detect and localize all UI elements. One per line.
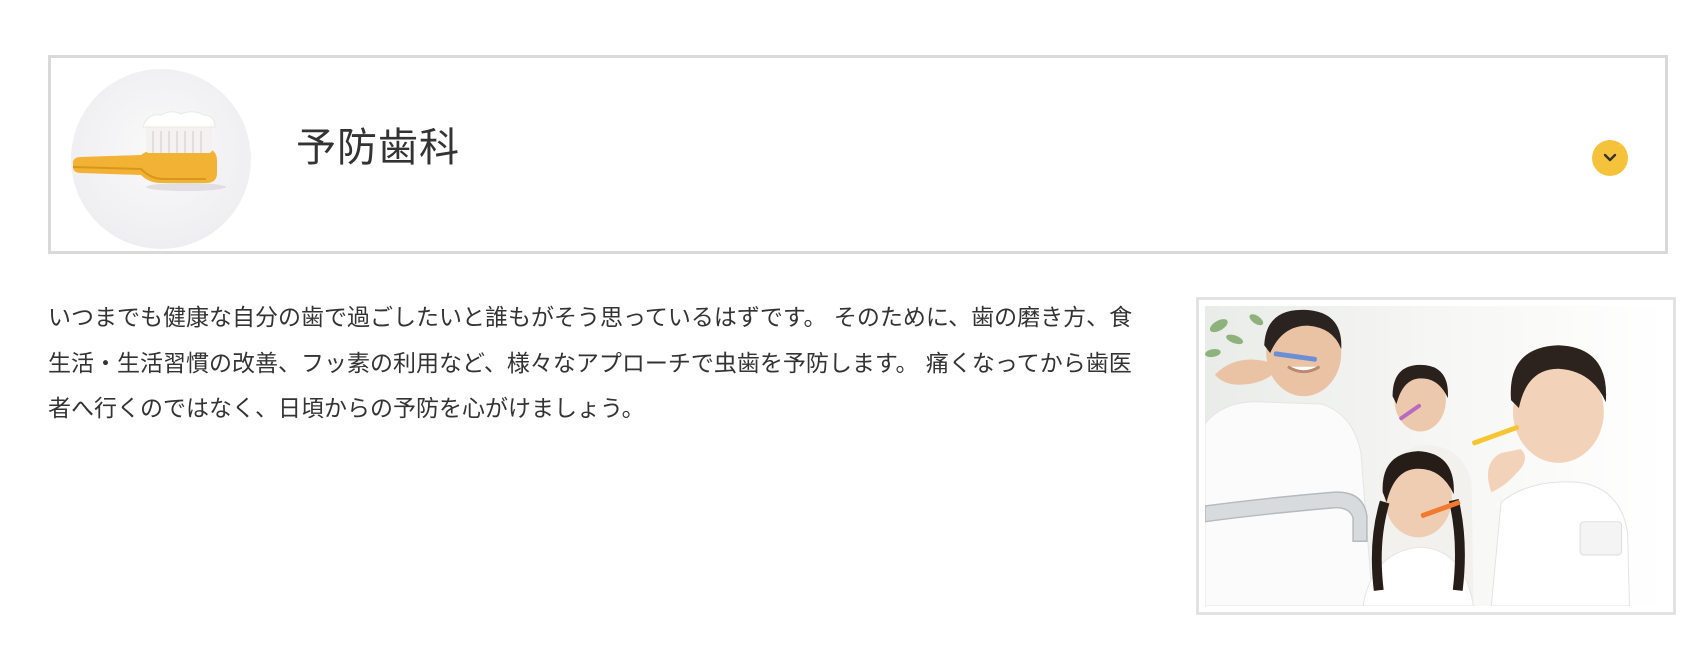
chevron-down-icon bbox=[1603, 153, 1617, 162]
toothbrush-icon bbox=[72, 111, 226, 191]
family-brushing-teeth-photo bbox=[1205, 306, 1667, 606]
expand-toggle-button[interactable] bbox=[1592, 140, 1628, 176]
page: 予防歯科 いつまでも健康な自分の歯で過ごしたいと誰もがそう思っているはずです。 … bbox=[0, 0, 1702, 648]
section-title: 予防歯科 bbox=[296, 125, 460, 171]
family-brushing-photo-frame bbox=[1196, 297, 1676, 615]
section-description: いつまでも健康な自分の歯で過ごしたいと誰もがそう思っているはずです。 そのために… bbox=[48, 305, 1133, 422]
toothbrush-thumbnail bbox=[71, 69, 251, 249]
accordion-header-preventive-dentistry[interactable]: 予防歯科 bbox=[48, 55, 1668, 254]
